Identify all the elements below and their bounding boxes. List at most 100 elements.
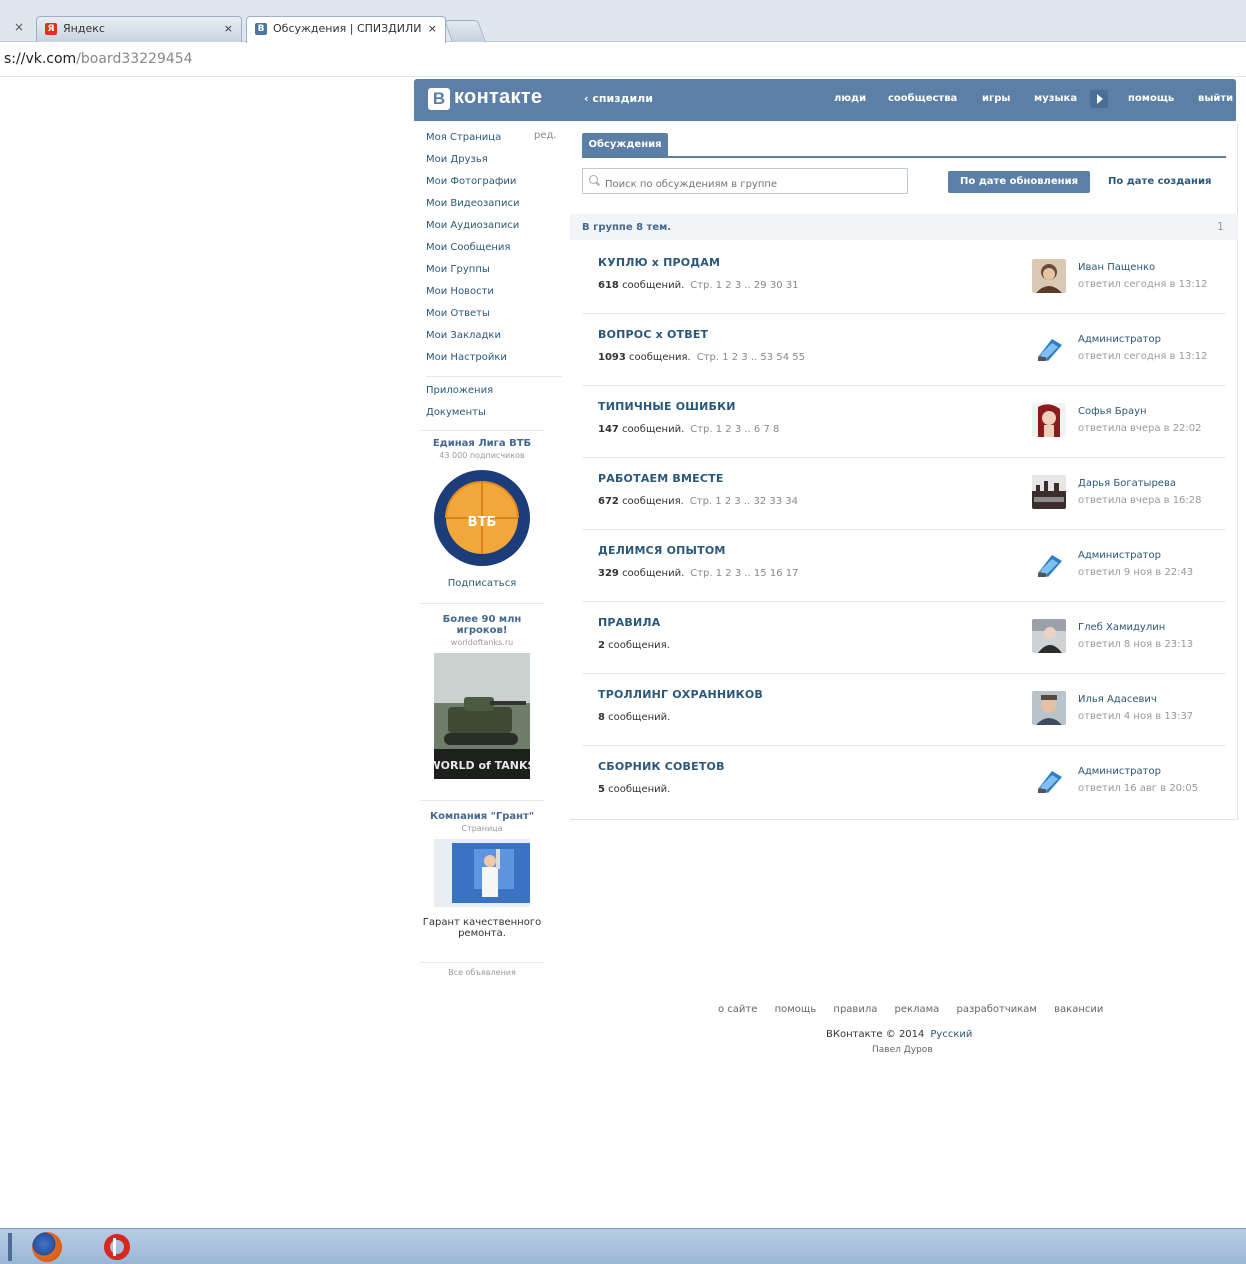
language-link[interactable]: Русский [930,1029,972,1040]
topic-time[interactable]: ответил 9 ноя в 22:43 [1078,567,1193,578]
menu-edit-link[interactable]: ред. [534,130,557,141]
topic-time[interactable]: ответил сегодня в 13:12 [1078,279,1207,290]
world-of-tanks-banner-icon[interactable]: WORLD of TANKS [434,653,530,779]
new-tab-button[interactable] [443,20,487,42]
address-bar[interactable]: s://vk.com/board33229454 [0,43,1246,77]
window-close-icon[interactable]: × [14,20,24,34]
ad-world-of-tanks[interactable]: Более 90 млн игроков! worldoftanks.ru WO… [420,614,544,779]
ad-vtb[interactable]: Единая Лига ВТБ 43 000 подписчиков ВТБ П… [420,438,544,589]
menu-my-answers[interactable]: Мои Ответы [426,306,566,328]
menu-my-audio[interactable]: Мои Аудиозаписи [426,218,566,240]
user-avatar[interactable] [1032,403,1066,437]
all-ads-link[interactable]: Все объявления [420,968,544,977]
footer-link-ads[interactable]: реклама [895,1004,940,1015]
footer-link-help[interactable]: помощь [775,1004,817,1015]
ad-title[interactable]: Компания "Грант" [420,811,544,822]
page-number[interactable]: 1 [1217,220,1224,233]
topic-time[interactable]: ответила вчера в 16:28 [1078,495,1202,506]
admin-avatar-icon[interactable] [1032,547,1066,581]
vtb-league-logo-icon[interactable]: ВТБ [432,468,532,568]
topic-title[interactable]: РАБОТАЕМ ВМЕСТЕ [598,472,724,485]
topic-time[interactable]: ответил 8 ноя в 23:13 [1078,639,1193,650]
topic-author[interactable]: Дарья Богатырева [1078,478,1176,489]
admin-avatar-icon[interactable] [1032,331,1066,365]
footer-author[interactable]: Павел Дуров [872,1045,933,1055]
nav-communities[interactable]: сообщества [888,93,957,104]
table-row[interactable]: КУПЛЮ x ПРОДАМ 618 сообщений. Стр. 1 2 3 … [582,242,1226,314]
menu-apps[interactable]: Приложения [426,383,566,405]
play-icon[interactable] [1090,90,1108,108]
footer-link-about[interactable]: о сайте [718,1004,757,1015]
menu-my-bookmarks[interactable]: Мои Закладки [426,328,566,350]
nav-music[interactable]: музыка [1034,93,1077,104]
menu-my-settings[interactable]: Мои Настройки [426,350,566,372]
topic-title[interactable]: ТИПИЧНЫЕ ОШИБКИ [598,400,736,413]
sort-by-update-button[interactable]: По дате обновления [948,171,1090,193]
topic-author[interactable]: Администратор [1078,334,1161,345]
topic-author[interactable]: Софья Браун [1078,406,1147,417]
ad-title[interactable]: Единая Лига ВТБ [420,438,544,449]
user-avatar[interactable] [1032,259,1066,293]
tab-close-icon[interactable]: × [428,17,437,41]
topic-pages[interactable]: Стр. 1 2 3 .. 32 33 34 [690,496,798,507]
user-avatar[interactable] [1032,691,1066,725]
topic-author[interactable]: Администратор [1078,766,1161,777]
nav-games[interactable]: игры [982,93,1010,104]
topic-title[interactable]: СБОРНИК СОВЕТОВ [598,760,725,773]
menu-my-messages[interactable]: Мои Сообщения [426,240,566,262]
footer-link-developers[interactable]: разработчикам [956,1004,1037,1015]
taskbar-start-edge[interactable] [8,1233,12,1261]
user-avatar[interactable] [1032,475,1066,509]
menu-my-news[interactable]: Мои Новости [426,284,566,306]
user-avatar[interactable] [1032,619,1066,653]
admin-avatar-icon[interactable] [1032,763,1066,797]
vk-logo-icon[interactable]: В [428,88,450,110]
menu-documents[interactable]: Документы [426,405,566,427]
vk-logo-text[interactable]: контакте [454,86,542,109]
back-to-group-link[interactable]: ‹ спиздили [584,92,653,105]
topic-time[interactable]: ответил сегодня в 13:12 [1078,351,1207,362]
menu-my-videos[interactable]: Мои Видеозаписи [426,196,566,218]
topic-title[interactable]: ДЕЛИМСЯ ОПЫТОМ [598,544,726,557]
ad-subscribe-link[interactable]: Подписаться [420,578,544,589]
opera-icon[interactable] [104,1234,130,1260]
table-row[interactable]: ДЕЛИМСЯ ОПЫТОМ 329 сообщений. Стр. 1 2 3 … [582,530,1226,602]
sort-by-created-link[interactable]: По дате создания [1108,171,1211,193]
table-row[interactable]: РАБОТАЕМ ВМЕСТЕ 672 сообщения. Стр. 1 2 3… [582,458,1226,530]
ad-grant[interactable]: Компания "Грант" Страница Гарант качеств… [420,811,544,939]
topic-title[interactable]: ТРОЛЛИНГ ОХРАННИКОВ [598,688,763,701]
topic-author[interactable]: Администратор [1078,550,1161,561]
topic-time[interactable]: ответил 4 ноя в 13:37 [1078,711,1193,722]
table-row[interactable]: СБОРНИК СОВЕТОВ 5 сообщений. Администрат… [582,746,1226,818]
firefox-icon[interactable] [32,1232,62,1262]
footer-link-rules[interactable]: правила [833,1004,877,1015]
topic-author[interactable]: Глеб Хамидулин [1078,622,1165,633]
search-input[interactable] [582,168,908,194]
topic-pages[interactable]: Стр. 1 2 3 .. 29 30 31 [690,280,798,291]
footer-link-jobs[interactable]: вакансии [1054,1004,1103,1015]
topic-pages[interactable]: Стр. 1 2 3 .. 53 54 55 [697,352,805,363]
topic-title[interactable]: ПРАВИЛА [598,616,660,629]
topic-author[interactable]: Иван Пащенко [1078,262,1155,273]
tab-discussions[interactable]: Обсуждения [582,133,668,157]
table-row[interactable]: ТРОЛЛИНГ ОХРАННИКОВ 8 сообщений. Илья Ад… [582,674,1226,746]
renovation-photo-icon[interactable] [434,839,530,907]
nav-people[interactable]: люди [834,93,866,104]
topic-pages[interactable]: Стр. 1 2 3 .. 15 16 17 [690,568,798,579]
topic-title[interactable]: ВОПРОС x ОТВЕТ [598,328,708,341]
menu-my-friends[interactable]: Мои Друзья [426,152,566,174]
topic-time[interactable]: ответил 16 авг в 20:05 [1078,783,1198,794]
topic-author[interactable]: Илья Адасевич [1078,694,1157,705]
tab-close-icon[interactable]: × [224,17,233,41]
table-row[interactable]: ПРАВИЛА 2 сообщения. Глеб Хамидулин отве… [582,602,1226,674]
ad-title[interactable]: Более 90 млн игроков! [420,614,544,636]
url-text[interactable]: s://vk.com/board33229454 [4,51,193,67]
table-row[interactable]: ТИПИЧНЫЕ ОШИБКИ 147 сообщений. Стр. 1 2 3… [582,386,1226,458]
table-row[interactable]: ВОПРОС x ОТВЕТ 1093 сообщения. Стр. 1 2 3… [582,314,1226,386]
topic-pages[interactable]: Стр. 1 2 3 .. 6 7 8 [690,424,779,435]
menu-my-photos[interactable]: Мои Фотографии [426,174,566,196]
browser-tab-discussions[interactable]: В Обсуждения | СПИЗДИЛИ × [246,16,446,43]
browser-tab-yandex[interactable]: Я Яндекс × [36,16,242,42]
nav-logout[interactable]: выйти [1198,93,1233,104]
topic-time[interactable]: ответила вчера в 22:02 [1078,423,1202,434]
